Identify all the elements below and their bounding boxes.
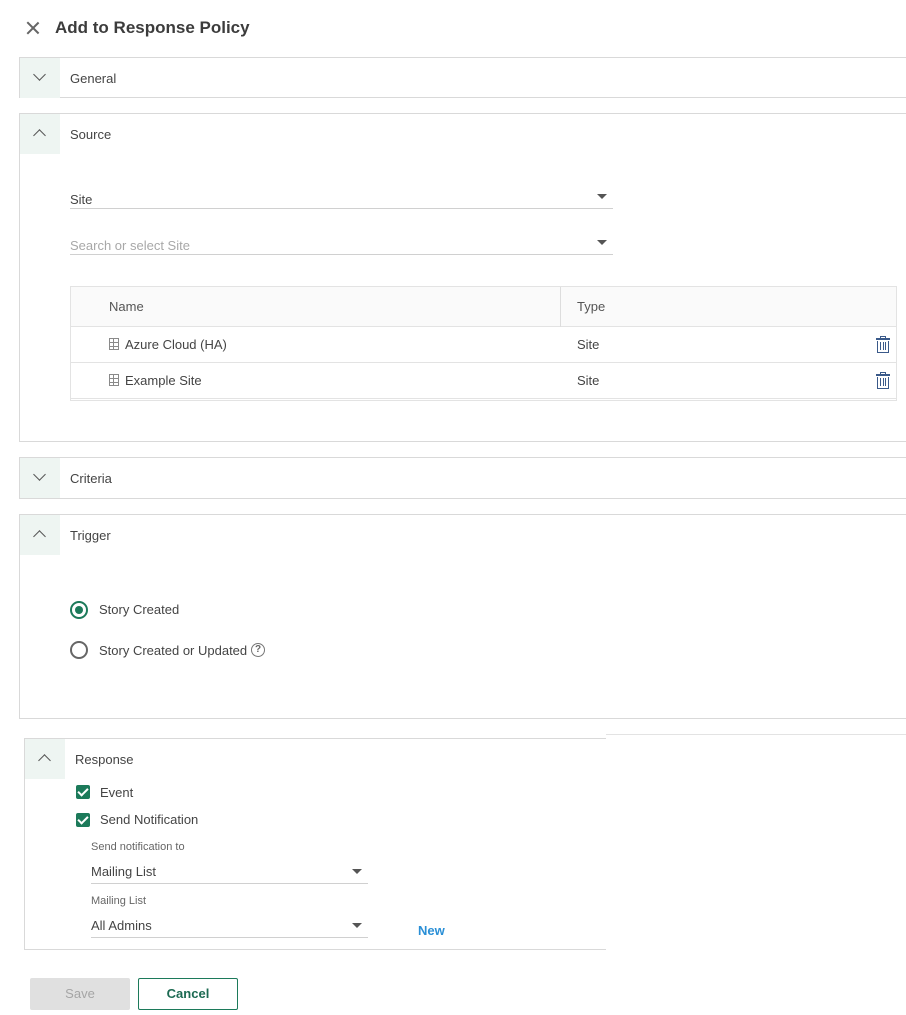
section-trigger: Trigger Story Created Story Created or U… bbox=[19, 514, 906, 719]
site-icon bbox=[109, 374, 119, 386]
caret-down-icon bbox=[597, 194, 607, 199]
caret-down-icon bbox=[352, 869, 362, 874]
notify-to-select[interactable]: Mailing List bbox=[91, 860, 368, 884]
section-title: General bbox=[70, 71, 117, 86]
site-search-select[interactable]: Search or select Site bbox=[70, 215, 613, 255]
chevron-up-icon bbox=[38, 754, 51, 767]
caret-down-icon bbox=[352, 923, 362, 928]
mailing-list-label: Mailing List bbox=[91, 895, 147, 907]
row-type: Site bbox=[577, 373, 600, 388]
radio-label: Story Created bbox=[99, 602, 180, 617]
section-title: Criteria bbox=[70, 471, 112, 486]
checkbox-label: Event bbox=[100, 785, 134, 800]
table-row[interactable]: Azure Cloud (HA) Site bbox=[71, 327, 896, 363]
section-criteria: Criteria bbox=[19, 457, 906, 499]
collapse-toggle[interactable] bbox=[25, 739, 65, 779]
section-criteria-header[interactable]: Criteria bbox=[20, 458, 906, 498]
notify-to-label: Send notification to bbox=[91, 841, 185, 853]
new-mailing-list-link[interactable]: New bbox=[418, 923, 445, 938]
mailing-list-value: All Admins bbox=[91, 918, 152, 933]
row-name: Azure Cloud (HA) bbox=[125, 337, 227, 352]
trash-icon[interactable] bbox=[876, 336, 890, 353]
chevron-down-icon bbox=[33, 468, 46, 481]
source-type-select[interactable]: Site bbox=[70, 169, 613, 209]
page-title: Add to Response Policy bbox=[55, 18, 250, 37]
section-title: Response bbox=[75, 752, 134, 767]
section-title: Source bbox=[70, 127, 112, 142]
dialog-header: Add to Response Policy bbox=[0, 0, 906, 58]
section-source-header[interactable]: Source bbox=[20, 114, 906, 154]
column-header-name[interactable]: Name bbox=[109, 299, 144, 314]
radio-story-created[interactable] bbox=[70, 601, 88, 619]
section-general-header[interactable]: General bbox=[20, 58, 906, 98]
section-trigger-header[interactable]: Trigger bbox=[20, 515, 906, 555]
radio-story-created-or-updated[interactable] bbox=[70, 641, 88, 659]
row-type: Site bbox=[577, 337, 600, 352]
expand-toggle[interactable] bbox=[20, 458, 60, 498]
notify-to-value: Mailing List bbox=[91, 864, 157, 879]
trash-icon[interactable] bbox=[876, 372, 890, 389]
table-header: Name Type bbox=[71, 287, 896, 327]
chevron-up-icon bbox=[33, 530, 46, 543]
close-icon[interactable] bbox=[24, 19, 42, 37]
save-button[interactable]: Save bbox=[30, 978, 130, 1010]
section-general: General bbox=[19, 57, 906, 98]
sites-table: Name Type Azure Cloud (HA) Site Example … bbox=[70, 286, 897, 401]
help-icon[interactable]: ? bbox=[251, 643, 265, 657]
column-resize-handle[interactable] bbox=[560, 287, 561, 327]
checkbox-label: Send Notification bbox=[100, 812, 199, 827]
source-type-value: Site bbox=[70, 192, 93, 207]
chevron-down-icon bbox=[33, 68, 46, 81]
collapse-toggle[interactable] bbox=[20, 515, 60, 555]
expand-toggle[interactable] bbox=[20, 58, 60, 98]
section-title: Trigger bbox=[70, 528, 111, 543]
chevron-up-icon bbox=[33, 129, 46, 142]
site-icon bbox=[109, 338, 119, 350]
collapse-toggle[interactable] bbox=[20, 114, 60, 154]
mailing-list-select[interactable]: All Admins bbox=[91, 914, 368, 938]
section-source: Source Site Search or select Site Name T… bbox=[19, 113, 906, 442]
send-notification-checkbox[interactable] bbox=[76, 813, 90, 827]
section-response: Response Event Send Notification Send no… bbox=[24, 738, 606, 950]
event-checkbox[interactable] bbox=[76, 785, 90, 799]
divider bbox=[606, 734, 906, 735]
row-name: Example Site bbox=[125, 373, 202, 388]
table-row[interactable]: Example Site Site bbox=[71, 363, 896, 399]
site-search-placeholder: Search or select Site bbox=[70, 238, 190, 253]
section-response-header[interactable]: Response bbox=[25, 739, 606, 779]
column-header-type[interactable]: Type bbox=[577, 299, 605, 314]
cancel-button[interactable]: Cancel bbox=[138, 978, 238, 1010]
caret-down-icon bbox=[597, 240, 607, 245]
radio-label: Story Created or Updated bbox=[99, 643, 248, 658]
